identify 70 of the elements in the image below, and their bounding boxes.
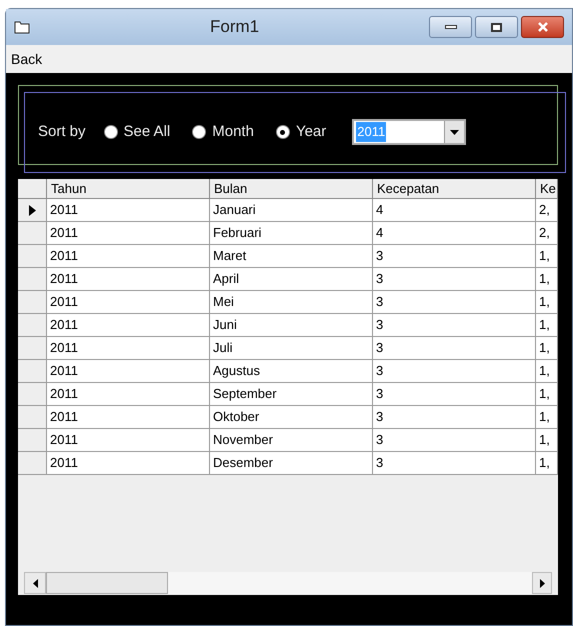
table-cell: 3 bbox=[373, 337, 536, 359]
sort-radio[interactable]: See All bbox=[104, 120, 170, 144]
table-cell: 2011 bbox=[47, 245, 210, 267]
table-cell: 1, bbox=[536, 291, 558, 313]
table-cell: 3 bbox=[373, 314, 536, 336]
caret-icon bbox=[450, 130, 460, 134]
scroll-thumb[interactable] bbox=[46, 572, 168, 594]
table-cell: Maret bbox=[210, 245, 373, 267]
close-icon bbox=[536, 22, 548, 32]
table-cell: 3 bbox=[373, 245, 536, 267]
table-cell: 3 bbox=[373, 429, 536, 451]
sort-radio[interactable]: Year bbox=[276, 120, 326, 144]
table-cell: 3 bbox=[373, 452, 536, 474]
scroll-right-icon bbox=[540, 578, 544, 588]
row-pointer-icon bbox=[28, 204, 36, 216]
table-cell: September bbox=[210, 383, 373, 405]
table-cell: Mei bbox=[210, 291, 373, 313]
table-cell: 3 bbox=[373, 268, 536, 290]
menu-item[interactable]: Back bbox=[10, 48, 44, 70]
table-cell: Juni bbox=[210, 314, 373, 336]
table-cell: 2011 bbox=[47, 406, 210, 428]
table-cell: 2, bbox=[536, 222, 558, 244]
column-header[interactable]: Bulan bbox=[210, 179, 373, 198]
table-cell: 1, bbox=[536, 337, 558, 359]
maximize-button[interactable] bbox=[475, 16, 518, 38]
window-icon bbox=[14, 20, 30, 34]
table-cell: 2011 bbox=[47, 268, 210, 290]
table-cell: 2011 bbox=[47, 291, 210, 313]
table-cell: 2011 bbox=[47, 222, 210, 244]
window-title: Form1 bbox=[210, 16, 260, 38]
table-cell: Juli bbox=[210, 337, 373, 359]
table-cell: November bbox=[210, 429, 373, 451]
minimize-button[interactable] bbox=[429, 16, 472, 38]
table-cell: 4 bbox=[373, 199, 536, 221]
table-cell: 1, bbox=[536, 452, 558, 474]
table-cell: 2011 bbox=[47, 337, 210, 359]
close-button[interactable] bbox=[521, 16, 564, 38]
column-header[interactable]: Tahun bbox=[47, 179, 210, 198]
table-cell: 1, bbox=[536, 360, 558, 382]
horizontal-scrollbar[interactable] bbox=[24, 572, 552, 594]
table-cell: 2, bbox=[536, 199, 558, 221]
table-cell: Agustus bbox=[210, 360, 373, 382]
sort-label: Sort by bbox=[38, 122, 86, 142]
sort-radio[interactable]: Month bbox=[192, 120, 254, 144]
table-cell: 3 bbox=[373, 360, 536, 382]
table-cell: 2011 bbox=[47, 360, 210, 382]
table-cell: 1, bbox=[536, 429, 558, 451]
column-header[interactable]: Ke bbox=[536, 179, 558, 198]
table-cell: 2011 bbox=[47, 314, 210, 336]
table-cell: 3 bbox=[373, 291, 536, 313]
table-cell: 2011 bbox=[47, 383, 210, 405]
table-cell: 2011 bbox=[47, 429, 210, 451]
table-cell: 1, bbox=[536, 314, 558, 336]
table-cell: 3 bbox=[373, 406, 536, 428]
table-cell: April bbox=[210, 268, 373, 290]
table-cell: 1, bbox=[536, 268, 558, 290]
table-cell: Januari bbox=[210, 199, 373, 221]
table-cell: Februari bbox=[210, 222, 373, 244]
column-header[interactable]: Kecepatan bbox=[373, 179, 536, 198]
table-cell: 1, bbox=[536, 245, 558, 267]
table-cell: 1, bbox=[536, 383, 558, 405]
table-cell: 2011 bbox=[47, 199, 210, 221]
table-cell: 2011 bbox=[47, 452, 210, 474]
table-cell: 4 bbox=[373, 222, 536, 244]
table-cell: Desember bbox=[210, 452, 373, 474]
table-cell: 1, bbox=[536, 406, 558, 428]
scroll-left-icon bbox=[32, 578, 38, 588]
row-header[interactable] bbox=[18, 199, 47, 221]
table-cell: Oktober bbox=[210, 406, 373, 428]
table-cell: 3 bbox=[373, 383, 536, 405]
